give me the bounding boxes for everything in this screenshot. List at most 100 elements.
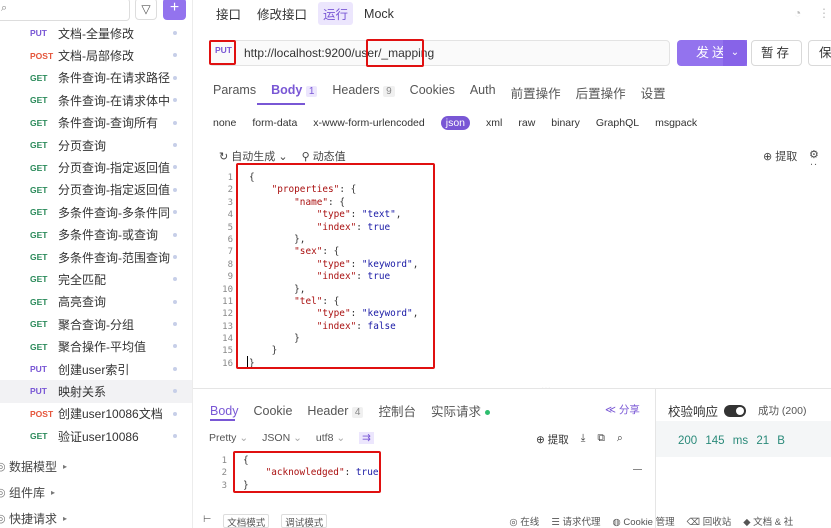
copy-icon[interactable]: ⧉ [597,432,605,447]
body-type-raw[interactable]: raw [518,117,535,129]
tab-interface[interactable]: 接口 [211,2,246,25]
tab-console[interactable]: 控制台 [378,401,416,420]
api-list-item[interactable]: GET 多条件查询-范围查询 [0,246,192,268]
wrap-icon[interactable]: ⇉ [359,432,374,444]
tab-body[interactable]: Body 1 [271,83,318,102]
tab-edit-interface[interactable]: 修改接口 [252,2,312,25]
status-dot [173,232,177,237]
extract-button[interactable]: ⊕ 提取 [763,148,797,164]
sidebar-groups: ◎数据模型▸ ◎组件库▸ ◎快捷请求▸ [0,453,189,528]
body-type-form-data[interactable]: form-data [252,117,297,129]
api-list-item[interactable]: GET 分页查询-指定返回值 [0,156,192,178]
line-number: 5 [227,222,233,233]
api-list-item[interactable]: PUT 文档-全量修改 [0,22,192,44]
body-type-xml[interactable]: xml [486,117,502,129]
tab-label: Auth [469,83,496,97]
api-list-item[interactable]: GET 分页查询 [0,134,192,156]
online-status[interactable]: ◎ 在线 [509,514,539,528]
body-type-msgpack[interactable]: msgpack [655,117,697,129]
api-list-item[interactable]: GET 聚合查询-分组 [0,313,192,335]
share-button[interactable]: ≪ 分享 [605,402,640,417]
encoding-select[interactable]: utf8 ⌄ [316,432,345,444]
api-list-item[interactable]: GET 分页查询-指定返回值... [0,179,192,201]
lang-select[interactable]: JSON ⌄ [262,432,302,444]
chevron-down-icon[interactable]: ⌄ [723,40,747,66]
docs-button[interactable]: ◆ 文档 & 社 [743,514,793,528]
tab-response-cookie[interactable]: Cookie [254,404,293,418]
body-type-none[interactable]: none [213,117,236,129]
cookie-label: Cookie 管理 [623,517,675,528]
more-icon[interactable]: ⋮ [818,6,830,20]
api-name: 完全匹配 [58,272,107,287]
tab-auth[interactable]: Auth [470,83,496,102]
api-name: 分页查询-指定返回值... [58,183,171,198]
method-badge: GET [30,140,48,151]
recycle-bin-button[interactable]: ⌫ 回收站 [687,514,732,528]
api-list-item[interactable]: POST 文档-局部修改 [0,44,192,66]
group-icon: ◎ [0,486,6,499]
body-type-graphql[interactable]: GraphQL [596,117,639,129]
url-bar[interactable]: PUT http://localhost:9200/user/_mapping [209,40,670,66]
body-types: none form-data x-www-form-urlencoded jso… [213,116,697,130]
collapse-icon[interactable]: ⊢ [203,514,211,528]
doc-mode-button[interactable]: 文档模式 [223,514,270,528]
api-list-item[interactable]: GET 条件查询-查询所有 [0,112,192,134]
line-number: 3 [227,197,233,208]
tab-post-ops[interactable]: 后置操作 [576,83,626,102]
group-data-model[interactable]: ◎数据模型 ▸ [0,453,189,479]
api-list-item[interactable]: POST 创建user10086文档 [0,403,192,425]
tab-pre-ops[interactable]: 前置操作 [511,83,561,102]
tab-actual-request[interactable]: 实际请求 [431,401,490,420]
api-list-item[interactable]: GET 验证user10086 [0,425,192,447]
api-list-item[interactable]: GET 条件查询-在请求体中... [0,89,192,111]
body-type-urlencoded[interactable]: x-www-form-urlencoded [313,117,424,129]
tab-mock[interactable]: Mock [359,5,399,23]
search-input[interactable]: ⌕ [0,0,130,21]
extract-button[interactable]: ⊕ 提取 [536,432,569,447]
api-list-item[interactable]: GET 高亮查询 [0,291,192,313]
proxy-icon: ☰ [551,517,560,528]
group-components[interactable]: ◎组件库 ▸ [0,479,189,505]
tab-params[interactable]: Params [213,83,256,102]
minimize-icon[interactable] [633,469,642,470]
body-type-binary[interactable]: binary [551,117,580,129]
tab-response-header[interactable]: Header 4 [307,404,364,418]
tab-run[interactable]: 运行 [318,2,354,25]
line-number: 7 [227,247,233,258]
method-badge: GET [30,72,48,83]
download-icon[interactable]: ⤓ [581,432,586,447]
status-dot [173,322,177,327]
api-list-item[interactable]: PUT 创建user索引 [0,358,192,380]
pretty-select[interactable]: Pretty ⌄ [209,432,248,444]
tab-response-body[interactable]: Body [210,404,239,418]
search-icon[interactable]: ⌕ [617,432,623,447]
api-list-item[interactable]: PUT 映射关系 [0,380,192,403]
cookie-manager-button[interactable]: ◍ Cookie 管理 [612,514,674,528]
add-button[interactable]: + [163,0,186,20]
group-label: 数据模型 [9,459,58,474]
api-list-item[interactable]: GET 聚合操作-平均值 [0,335,192,357]
line-number: 1 [221,456,227,466]
api-list-item[interactable]: GET 条件查询-在请求路径... [0,67,192,89]
tab-cookies[interactable]: Cookies [410,83,455,102]
save-button[interactable]: 暂存 [751,40,802,66]
api-list-item[interactable]: GET 多条件查询-或查询 [0,224,192,246]
api-list-item[interactable]: GET 多条件查询-多条件同... [0,201,192,223]
debug-mode-button[interactable]: 调试模式 [281,514,328,528]
filter-icon[interactable]: ▽ [135,0,157,20]
history-icon[interactable]: ◔ [794,6,801,20]
group-icon: ◎ [0,460,6,473]
save-as-button[interactable]: 保 [808,40,831,66]
tab-headers[interactable]: Headers 9 [332,83,395,102]
tab-settings[interactable]: 设置 [641,83,666,102]
validate-toggle[interactable] [724,404,747,417]
docs-icon: ◆ [743,517,751,528]
proxy-button[interactable]: ☰ 请求代理 [551,514,600,528]
auto-generate-button[interactable]: ↻ 自动生成 ⌄ [219,148,288,164]
dynamic-value-button[interactable]: ⚲ 动态值 [302,148,346,164]
body-type-json[interactable]: json [440,116,471,130]
api-list-item[interactable]: GET 完全匹配 [0,268,192,290]
status-dot [173,53,177,58]
group-quick-request[interactable]: ◎快捷请求 ▸ [0,505,189,528]
status-code: 200 [678,435,698,447]
